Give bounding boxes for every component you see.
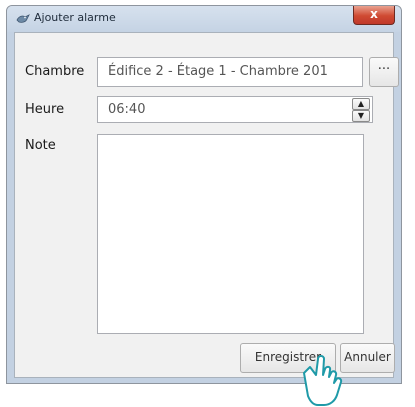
room-label: Chambre [25,64,85,79]
bird-icon [16,14,30,23]
close-button[interactable]: x [353,6,395,25]
time-label: Heure [25,102,65,117]
arrow-down-icon[interactable]: ▼ [352,110,370,122]
add-alarm-dialog: Ajouter alarme x Chambre Édifice 2 - Éta… [6,5,402,384]
window-title: Ajouter alarme [34,11,116,24]
arrow-up-icon[interactable]: ▲ [352,98,370,110]
browse-room-button[interactable]: ··· [369,57,399,87]
close-icon: x [370,7,378,21]
ellipsis-icon: ··· [377,62,391,77]
time-value: 06:40 [108,102,146,117]
hand-pointer-icon [303,355,343,406]
dialog-content: Chambre Édifice 2 - Étage 1 - Chambre 20… [14,32,399,378]
title-bar[interactable]: Ajouter alarme x [7,6,401,32]
time-field[interactable]: 06:40 ▲ ▼ [97,96,373,123]
note-textarea[interactable] [97,134,364,334]
room-value: Édifice 2 - Étage 1 - Chambre 201 [108,64,328,79]
room-field[interactable]: Édifice 2 - Étage 1 - Chambre 201 [97,57,363,87]
note-label: Note [25,138,56,153]
